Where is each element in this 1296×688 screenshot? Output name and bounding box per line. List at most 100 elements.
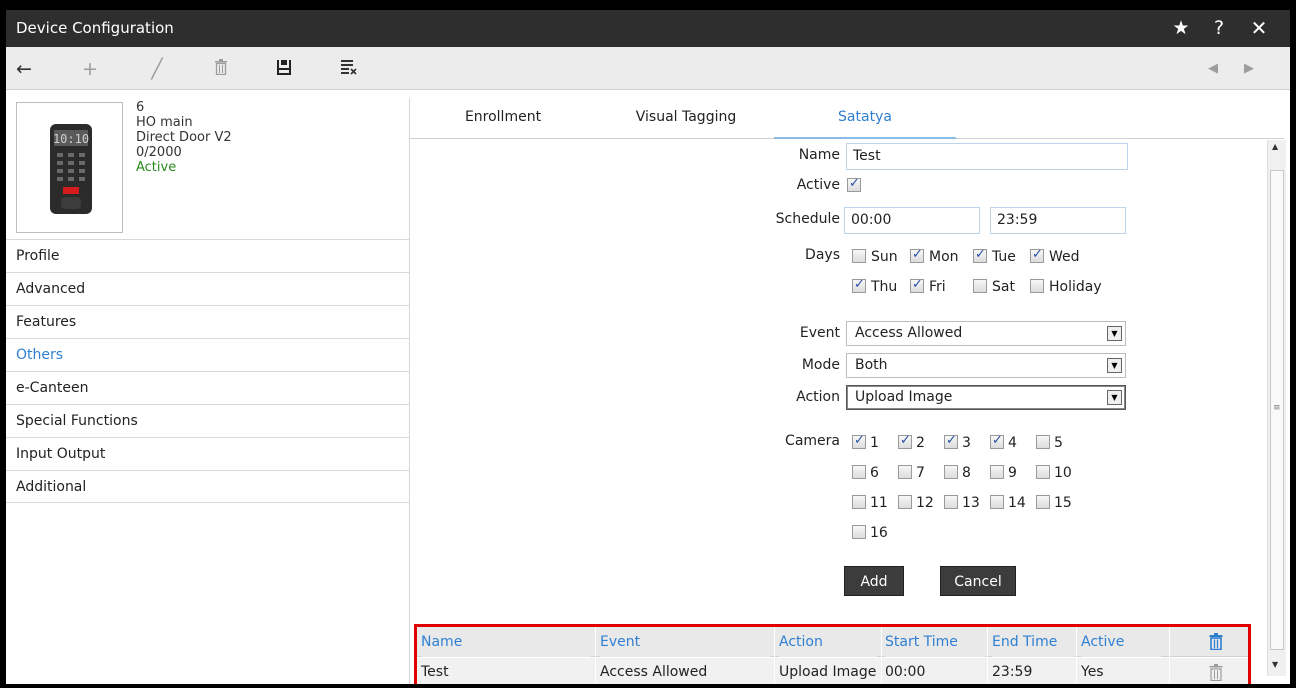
col-action[interactable]: Action (779, 627, 877, 657)
mode-select[interactable]: Both ▼ (846, 353, 1126, 378)
camera-label-4: 4 (1008, 435, 1017, 451)
camera-checkbox-3[interactable] (944, 433, 958, 449)
camera-checkbox-4[interactable] (990, 433, 1004, 449)
svg-text:10:10: 10:10 (53, 132, 89, 146)
tab-satatya[interactable]: Satatya (774, 98, 956, 139)
add-icon[interactable]: + (76, 55, 104, 83)
day-label-thu: Thu (871, 279, 898, 295)
device-status: Active (136, 160, 177, 175)
scroll-down-icon[interactable]: ▼ (1272, 660, 1278, 669)
camera-label-13: 13 (962, 495, 980, 511)
col-start-time[interactable]: Start Time (885, 627, 985, 657)
day-checkbox-sat[interactable] (973, 279, 987, 293)
camera-checkbox-15[interactable] (1036, 495, 1050, 509)
camera-checkbox-7[interactable] (898, 465, 912, 479)
camera-checkbox-2[interactable] (898, 433, 912, 449)
clear-list-icon[interactable] (335, 55, 363, 83)
camera-label-2: 2 (916, 435, 925, 451)
edit-icon[interactable]: ╱ (143, 55, 171, 83)
tab-visual-tagging[interactable]: Visual Tagging (606, 98, 766, 139)
column-divider (987, 627, 988, 684)
scrollbar-thumb[interactable]: ≡ (1270, 170, 1284, 650)
name-input[interactable]: Test (846, 143, 1128, 170)
help-icon[interactable]: ? (1206, 15, 1232, 41)
table-header: Name Event Action Start Time End Time Ac… (417, 627, 1248, 657)
day-label-wed: Wed (1049, 249, 1080, 265)
column-divider (1076, 627, 1077, 684)
delete-row-icon[interactable] (1209, 664, 1223, 684)
action-select[interactable]: Upload Image ▼ (846, 385, 1126, 410)
camera-label-15: 15 (1054, 495, 1072, 511)
action-label: Action (796, 389, 840, 405)
camera-checkbox-14[interactable] (990, 495, 1004, 509)
save-icon[interactable] (270, 55, 298, 83)
right-panel: Enrollment Visual Tagging Satatya Name T… (410, 98, 1290, 684)
day-label-mon: Mon (929, 249, 959, 265)
day-checkbox-mon[interactable] (910, 247, 924, 263)
cell-active: Yes (1081, 658, 1161, 684)
menu-item-advanced[interactable]: Advanced (6, 272, 409, 305)
close-icon[interactable]: ✕ (1246, 15, 1272, 41)
day-checkbox-thu[interactable] (852, 277, 866, 293)
schedule-end-input[interactable]: 23:59 (990, 207, 1126, 234)
col-active[interactable]: Active (1081, 627, 1161, 657)
camera-checkbox-13[interactable] (944, 495, 958, 509)
table-row[interactable]: Test Access Allowed Upload Image 00:00 2… (417, 658, 1248, 684)
delete-icon[interactable] (207, 55, 235, 83)
cell-start-time: 00:00 (885, 658, 985, 684)
camera-checkbox-6[interactable] (852, 465, 866, 479)
chevron-down-icon[interactable]: ▼ (1107, 326, 1122, 341)
column-divider (881, 627, 882, 684)
add-button[interactable]: Add (844, 566, 904, 596)
vertical-scrollbar[interactable]: ▲ ≡ ▼ (1267, 140, 1286, 676)
cancel-button[interactable]: Cancel (940, 566, 1016, 596)
days-label: Days (805, 247, 840, 263)
event-select[interactable]: Access Allowed ▼ (846, 321, 1126, 346)
action-value: Upload Image (855, 389, 953, 405)
day-checkbox-sun[interactable] (852, 249, 866, 263)
column-divider (774, 627, 775, 684)
menu-item-profile[interactable]: Profile (6, 239, 409, 272)
menu-item-features[interactable]: Features (6, 305, 409, 338)
column-divider (595, 627, 596, 684)
camera-label-10: 10 (1054, 465, 1072, 481)
col-end-time[interactable]: End Time (992, 627, 1074, 657)
menu-item-e-canteen[interactable]: e-Canteen (6, 371, 409, 404)
column-divider (1169, 627, 1170, 684)
menu-item-input-output[interactable]: Input Output (6, 437, 409, 470)
camera-checkbox-9[interactable] (990, 465, 1004, 479)
col-name[interactable]: Name (421, 627, 591, 657)
device-info: 6 HO main Direct Door V2 0/2000 Active (136, 100, 232, 175)
camera-checkbox-11[interactable] (852, 495, 866, 509)
col-event[interactable]: Event (600, 627, 770, 657)
delete-all-icon[interactable] (1209, 633, 1223, 654)
camera-checkbox-1[interactable] (852, 433, 866, 449)
toolbar: ← + ╱ ◀ ▶ (6, 47, 1290, 90)
camera-label-8: 8 (962, 465, 971, 481)
back-arrow-icon[interactable]: ← (10, 55, 38, 83)
star-icon[interactable]: ★ (1168, 15, 1194, 41)
day-checkbox-holiday[interactable] (1030, 279, 1044, 293)
menu-item-others[interactable]: Others (6, 338, 409, 371)
schedule-start-input[interactable]: 00:00 (844, 207, 980, 234)
day-checkbox-fri[interactable] (910, 277, 924, 293)
device-id: 6 (136, 100, 145, 115)
camera-label-6: 6 (870, 465, 879, 481)
camera-checkbox-10[interactable] (1036, 465, 1050, 479)
chevron-down-icon[interactable]: ▼ (1107, 358, 1122, 373)
camera-checkbox-8[interactable] (944, 465, 958, 479)
active-checkbox[interactable] (847, 176, 861, 192)
camera-checkbox-12[interactable] (898, 495, 912, 509)
day-checkbox-tue[interactable] (973, 247, 987, 263)
camera-checkbox-5[interactable] (1036, 435, 1050, 449)
device-configuration-window: Device Configuration ★ ? ✕ ← + ╱ ◀ ▶ 10:… (6, 10, 1290, 684)
day-checkbox-wed[interactable] (1030, 247, 1044, 263)
scroll-up-icon[interactable]: ▲ (1272, 142, 1278, 151)
menu-item-additional[interactable]: Additional (6, 470, 409, 503)
next-icon[interactable]: ▶ (1235, 55, 1263, 83)
camera-checkbox-16[interactable] (852, 525, 866, 539)
previous-icon[interactable]: ◀ (1199, 55, 1227, 83)
chevron-down-icon[interactable]: ▼ (1107, 390, 1122, 405)
menu-item-special-functions[interactable]: Special Functions (6, 404, 409, 437)
tab-enrollment[interactable]: Enrollment (438, 98, 568, 139)
